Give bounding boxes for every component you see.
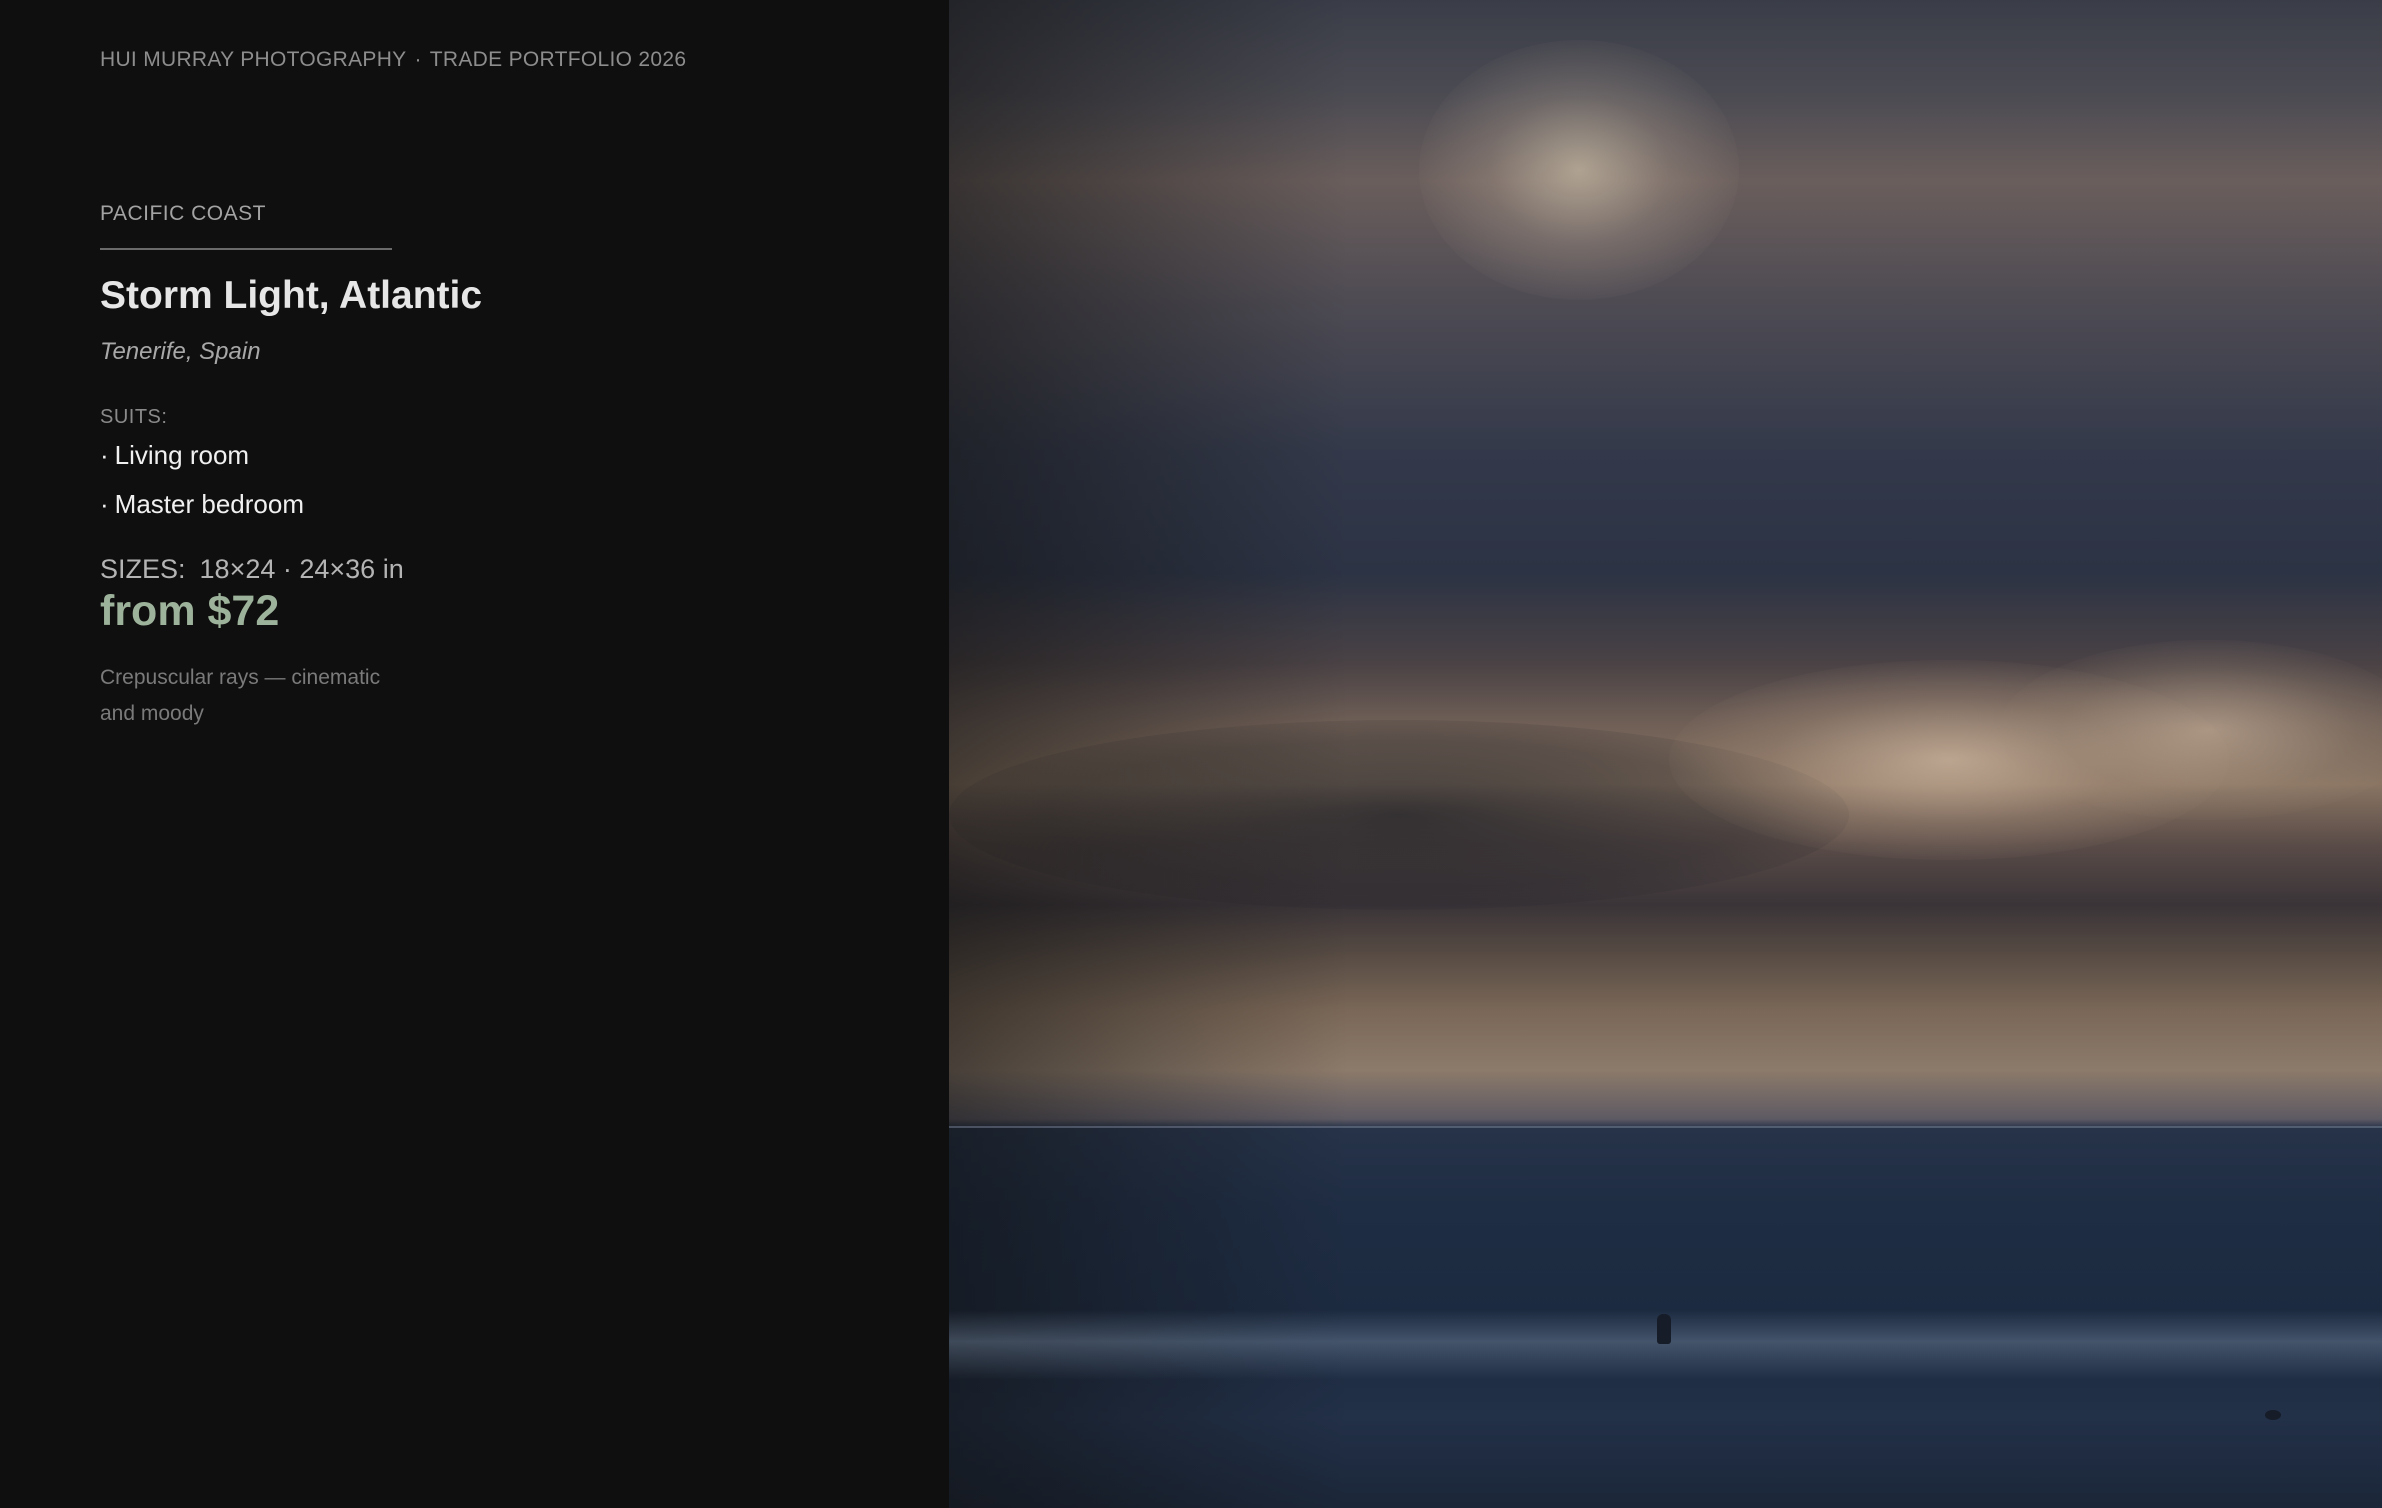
artwork-description: Crepuscular rays — cinematic and moody — [100, 666, 381, 725]
info-panel: HUI MURRAY PHOTOGRAPHY · TRADE PORTFOLIO 2… — [0, 0, 949, 1508]
suits-label: SUITS: — [100, 406, 168, 428]
suits-list: · Living room · Master bedroom — [100, 440, 304, 538]
suits-item: · Living room — [100, 440, 304, 489]
vertical-stripe-overlay — [949, 0, 2382, 1508]
artwork-location: Tenerife, Spain — [100, 338, 261, 365]
sizes-label: SIZES: — [100, 554, 186, 584]
portfolio-page: HUI MURRAY PHOTOGRAPHY · TRADE PORTFOLIO 2… — [0, 0, 2382, 1508]
price: from $72 — [100, 587, 280, 635]
category-divider — [100, 248, 392, 250]
suits-item: · Master bedroom — [100, 489, 304, 538]
suits-item-label: Master bedroom — [114, 489, 304, 519]
header-separator: · — [414, 48, 422, 71]
sizes-value: 18×24 · 24×36 in — [199, 554, 404, 584]
sizes-line: SIZES: 18×24 · 24×36 in — [100, 554, 404, 585]
bullet: · — [100, 440, 109, 470]
bullet: · — [100, 489, 109, 519]
artwork-title: Storm Light, Atlantic — [100, 274, 483, 317]
collection-category: PACIFIC COAST — [100, 202, 266, 225]
suits-item-label: Living room — [114, 440, 250, 470]
artwork-photo — [949, 0, 2382, 1508]
studio-name: HUI MURRAY PHOTOGRAPHY — [100, 48, 407, 71]
studio-header: HUI MURRAY PHOTOGRAPHY · TRADE PORTFOLIO 2… — [100, 48, 686, 72]
portfolio-label: TRADE PORTFOLIO 2026 — [429, 48, 687, 71]
